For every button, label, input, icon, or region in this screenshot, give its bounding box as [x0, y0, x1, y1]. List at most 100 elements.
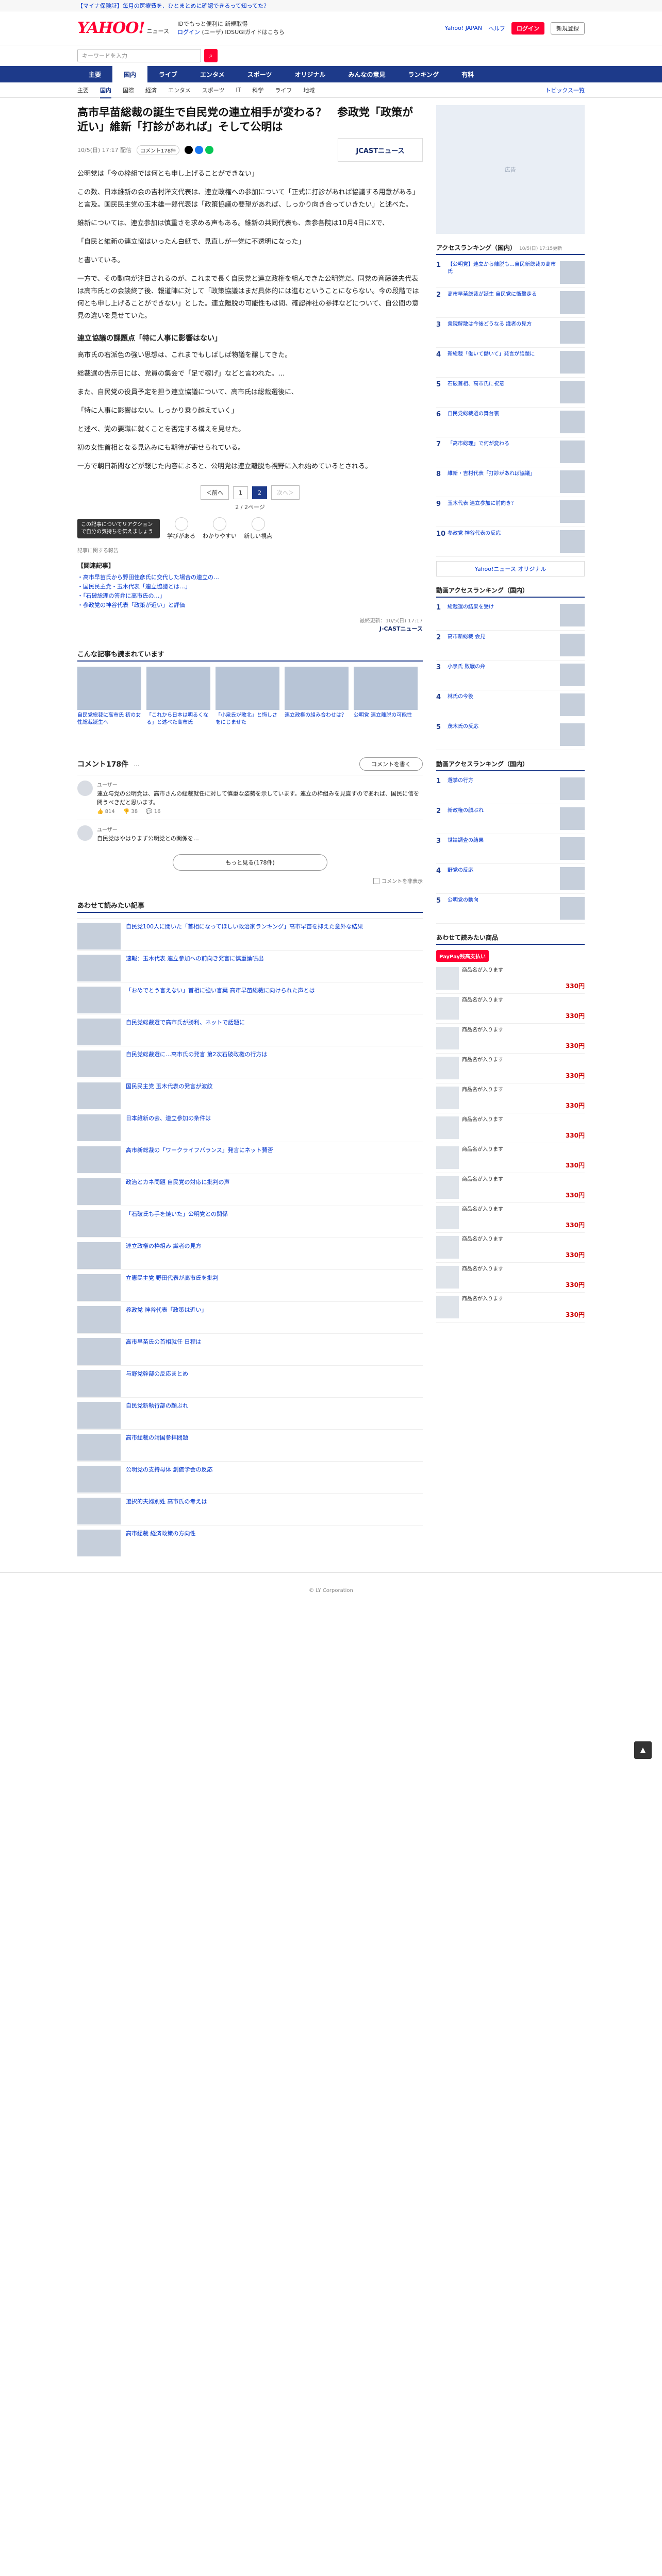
- pager-page-1[interactable]: 1: [233, 486, 248, 499]
- recommend-item[interactable]: 自民党100人に聞いた「首相になってほしい政治家ランキング」高市早苗を抑えた意外…: [77, 918, 423, 950]
- checkbox[interactable]: [373, 877, 379, 884]
- line-share-icon[interactable]: [205, 146, 214, 154]
- nav-item[interactable]: 主要: [77, 66, 112, 82]
- shop-item[interactable]: 商品名が入ります 330円: [436, 964, 585, 994]
- recommend-item[interactable]: 与野党幹部の反応まとめ: [77, 1365, 423, 1397]
- nav-item[interactable]: 国内: [112, 66, 148, 82]
- recommend-item[interactable]: 連立政権の枠組み 識者の見方: [77, 1238, 423, 1269]
- article-card[interactable]: 「これから日本は明るくなる」と述べた高市氏: [146, 667, 210, 741]
- guide-link[interactable]: (ユーザ) IDSUGIガイドはこちら: [202, 29, 285, 36]
- access-rank-item[interactable]: 4 新総裁「働いて働いて」発言が話題に: [436, 348, 585, 378]
- search-input[interactable]: キーワードを入力: [77, 49, 201, 62]
- access-rank-item[interactable]: 2 高市早苗総裁が誕生 自民党に衝撃走る: [436, 288, 585, 318]
- more-comments-button[interactable]: もっと見る(178件): [173, 854, 327, 871]
- recommend-item[interactable]: 高市総裁の靖国参拝問題: [77, 1429, 423, 1461]
- recommend-item[interactable]: 自民党総裁選に…高市氏の発言 第2次石破政権の行方は: [77, 1046, 423, 1078]
- dislike-count[interactable]: 👎 38: [123, 809, 138, 815]
- topics-list-link[interactable]: トピックス一覧: [545, 86, 585, 94]
- shop-item[interactable]: 商品名が入ります 330円: [436, 1293, 585, 1323]
- facebook-share-icon[interactable]: [195, 146, 204, 154]
- help-link[interactable]: ヘルプ: [488, 24, 505, 32]
- recommend-item[interactable]: 選択的夫婦別姓 高市氏の考えは: [77, 1493, 423, 1525]
- subnav-item[interactable]: 国際: [123, 86, 134, 94]
- nav-item[interactable]: 有料: [450, 66, 485, 82]
- yahoo-original-link[interactable]: Yahoo!ニュース オリジナル: [436, 561, 585, 577]
- pager-page-2[interactable]: 2: [252, 486, 267, 499]
- x-share-icon[interactable]: [185, 146, 193, 154]
- recommend-item[interactable]: 国民民主党 玉木代表の発言が波紋: [77, 1078, 423, 1110]
- subnav-item[interactable]: スポーツ: [202, 86, 225, 94]
- recommend-item[interactable]: 高市早苗氏の首相就任 日程は: [77, 1333, 423, 1365]
- ad-slot[interactable]: 広告: [436, 105, 585, 234]
- shop-item[interactable]: 商品名が入ります 330円: [436, 1113, 585, 1143]
- related-link[interactable]: ・国民民主党・玉木代表「連立協議とは…」: [77, 582, 423, 591]
- recommend-item[interactable]: 自民党新執行部の顔ぶれ: [77, 1397, 423, 1429]
- nav-item[interactable]: ライブ: [147, 66, 189, 82]
- video-rank-item[interactable]: 5 茂木氏の反応: [436, 720, 585, 750]
- shop-item[interactable]: 商品名が入ります 330円: [436, 1233, 585, 1263]
- access-rank-item[interactable]: 8 維新・吉村代表「打診があれば協議」: [436, 467, 585, 497]
- promo-bar[interactable]: 【マイナ保険証】毎月の医療費を、ひとまとめに確認できるって知ってた？: [0, 0, 662, 11]
- subnav-item[interactable]: IT: [236, 87, 241, 93]
- shop-item[interactable]: 商品名が入ります 330円: [436, 1024, 585, 1054]
- article-card[interactable]: 「小泉氏が敗北」と悔しさをにじませた: [216, 667, 279, 741]
- shop-item[interactable]: 商品名が入ります 330円: [436, 1173, 585, 1203]
- video2-rank-item[interactable]: 5 公明党の動向: [436, 894, 585, 924]
- recommend-item[interactable]: 「おめでとう言えない」首相に強い言葉 高市早苗総裁に向けられた声とは: [77, 982, 423, 1014]
- search-button[interactable]: ⌕: [204, 49, 218, 62]
- recommend-item[interactable]: 日本維新の会、連立参加の条件は: [77, 1110, 423, 1142]
- like-count[interactable]: 👍 814: [97, 809, 115, 815]
- video-rank-item[interactable]: 1 総裁選の結果を受け: [436, 601, 585, 631]
- recommend-item[interactable]: 自民党総裁選で高市氏が勝利、ネットで話題に: [77, 1014, 423, 1046]
- access-rank-item[interactable]: 9 玉木代表 連立参加に前向き？: [436, 497, 585, 527]
- pager-prev[interactable]: ＜前へ: [201, 485, 229, 500]
- copy-source[interactable]: J-CASTニュース: [379, 625, 423, 632]
- shop-item[interactable]: 商品名が入ります 330円: [436, 1263, 585, 1293]
- related-link[interactable]: ・参政党の神谷代表「政策が近い」と評価: [77, 601, 423, 610]
- subnav-item[interactable]: 地域: [303, 86, 315, 94]
- back-to-top-button[interactable]: ▲: [634, 1741, 652, 1759]
- shop-item[interactable]: 商品名が入ります 330円: [436, 1054, 585, 1083]
- shop-item[interactable]: 商品名が入ります 330円: [436, 1203, 585, 1233]
- recommend-item[interactable]: 参政党 神谷代表「政策は近い」: [77, 1301, 423, 1333]
- video2-rank-item[interactable]: 3 世論調査の結果: [436, 834, 585, 864]
- nav-item[interactable]: エンタメ: [189, 66, 236, 82]
- reaction-new[interactable]: 新しい視点: [244, 517, 272, 540]
- recommend-item[interactable]: 「石破氏も手を焼いた」公明党との関係: [77, 1206, 423, 1238]
- shop-item[interactable]: 商品名が入ります 330円: [436, 994, 585, 1024]
- recommend-item[interactable]: 立憲民主党 野田代表が高市氏を批判: [77, 1269, 423, 1301]
- subnav-item[interactable]: 国内: [100, 86, 111, 98]
- access-rank-item[interactable]: 1 【公明党】連立から離脱も…自民新総裁の高市氏: [436, 258, 585, 288]
- login-button[interactable]: ログイン: [511, 22, 544, 35]
- recommend-item[interactable]: 高市新総裁の「ワークライフバランス」発言にネット賛否: [77, 1142, 423, 1174]
- video-rank-item[interactable]: 4 林氏の今後: [436, 690, 585, 720]
- recommend-item[interactable]: 政治とカネ問題 自民党の対応に批判の声: [77, 1174, 423, 1206]
- logo-yahoo[interactable]: YAHOO!: [77, 19, 145, 37]
- reply-count[interactable]: 💬 16: [146, 809, 160, 815]
- source-logo[interactable]: JCASTニュース: [338, 138, 423, 162]
- access-rank-item[interactable]: 5 石破首相、高市氏に祝意: [436, 378, 585, 408]
- logo-news[interactable]: ニュース: [147, 27, 169, 35]
- article-card[interactable]: 自民党総裁に高市氏 初の女性総裁誕生へ: [77, 667, 141, 741]
- subnav-item[interactable]: ライフ: [275, 86, 292, 94]
- video2-rank-item[interactable]: 2 新政権の顔ぶれ: [436, 804, 585, 834]
- related-link[interactable]: ・「石破総理の答弁に高市氏の…」: [77, 591, 423, 601]
- access-rank-item[interactable]: 6 自民党総裁選の舞台裏: [436, 408, 585, 437]
- access-rank-item[interactable]: 10 参政党 神谷代表の反応: [436, 527, 585, 557]
- video-rank-item[interactable]: 2 高市新総裁 会見: [436, 631, 585, 660]
- subnav-item[interactable]: エンタメ: [168, 86, 191, 94]
- recommend-item[interactable]: 高市総裁 経済政策の方向性: [77, 1525, 423, 1557]
- shop-item[interactable]: 商品名が入ります 330円: [436, 1083, 585, 1113]
- logo[interactable]: YAHOO! ニュース: [77, 19, 169, 37]
- subnav-item[interactable]: 経済: [145, 86, 157, 94]
- login-text-link[interactable]: ログイン: [177, 29, 200, 36]
- recommend-item[interactable]: 公明党の支持母体 創価学会の反応: [77, 1461, 423, 1493]
- reaction-clear[interactable]: わかりやすい: [203, 517, 237, 540]
- reaction-learn[interactable]: 学びがある: [167, 517, 195, 540]
- shop-item[interactable]: 商品名が入ります 330円: [436, 1143, 585, 1173]
- report-link[interactable]: 記事に関する報告: [77, 546, 423, 554]
- related-link[interactable]: ・高市早苗氏から野田佳彦氏に交代した場合の連立の…: [77, 573, 423, 582]
- register-button[interactable]: 新規登録: [551, 22, 585, 35]
- post-comment-button[interactable]: コメントを書く: [359, 757, 423, 771]
- access-rank-item[interactable]: 3 衆院解散は今後どうなる 識者の見方: [436, 318, 585, 348]
